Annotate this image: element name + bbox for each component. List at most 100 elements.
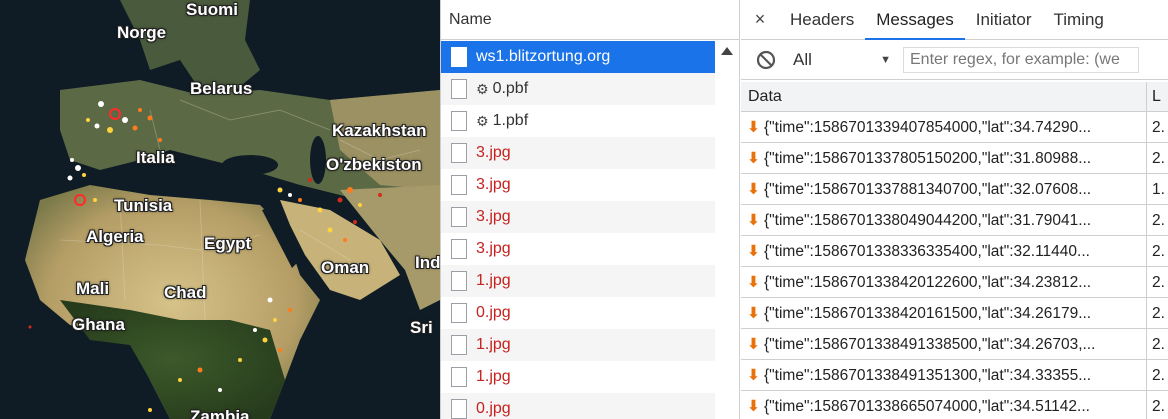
file-icon [451, 367, 467, 387]
message-length-cell: 2. [1152, 367, 1165, 384]
message-type-select[interactable]: All ▼ [793, 50, 903, 70]
request-row[interactable]: 1.jpg [441, 265, 715, 297]
tab-initiator[interactable]: Initiator [965, 0, 1043, 40]
message-length-cell: 2. [1152, 243, 1165, 260]
caspian-sea [310, 136, 326, 184]
message-data-cell: ⬇ {"time":1586701338420122600,"lat":34.23… [741, 267, 1147, 297]
received-arrow-icon: ⬇ [747, 367, 760, 384]
message-row[interactable]: ⬇ {"time":1586701337805150200,"lat":31.80… [741, 143, 1168, 174]
message-row[interactable]: ⬇ {"time":1586701338491351300,"lat":34.33… [741, 360, 1168, 391]
received-arrow-icon: ⬇ [747, 181, 760, 198]
request-row[interactable]: 0.jpg [441, 393, 715, 419]
received-arrow-icon: ⬇ [747, 119, 760, 136]
request-name: 1.pbf [492, 112, 529, 129]
name-column-header[interactable]: Name [441, 0, 739, 40]
message-length-cell: 2. [1152, 398, 1165, 415]
messages-table-header: Data L [741, 82, 1168, 112]
message-row[interactable]: ⬇ {"time":1586701338420122600,"lat":34.23… [741, 267, 1168, 298]
devtools-network-panel: Name ws1.blitzortung.org ⚙ 0.pbf ⚙ 1.pbf 3.jp… [440, 0, 1168, 419]
message-data-cell: ⬇ {"time":1586701338491338500,"lat":34.26… [741, 329, 1147, 359]
request-list: ws1.blitzortung.org ⚙ 0.pbf ⚙ 1.pbf 3.jpg 3.jp… [441, 41, 715, 419]
message-row[interactable]: ⬇ {"time":1586701338420161500,"lat":34.26… [741, 298, 1168, 329]
request-row[interactable]: 1.jpg [441, 329, 715, 361]
file-icon [451, 111, 467, 131]
request-name: 1.jpg [476, 368, 511, 385]
request-row[interactable]: 3.jpg [441, 201, 715, 233]
message-data-cell: ⬇ {"time":1586701338420161500,"lat":34.26… [741, 298, 1147, 328]
request-row[interactable]: ⚙ 0.pbf [441, 73, 715, 105]
map-label-chad: Chad [164, 283, 207, 302]
request-name: ws1.blitzortung.org [476, 48, 611, 65]
tab-messages[interactable]: Messages [865, 0, 965, 40]
map-label-ozbekiston: O'zbekiston [326, 155, 422, 174]
regex-filter-input[interactable] [903, 46, 1139, 73]
message-row[interactable]: ⬇ {"time":1586701339407854000,"lat":34.74… [741, 112, 1168, 143]
file-icon [451, 271, 467, 291]
map-label-norge: Norge [117, 23, 167, 42]
close-icon[interactable]: × [741, 9, 779, 30]
received-arrow-icon: ⬇ [747, 398, 760, 415]
map-label-algeria: Algeria [86, 227, 144, 246]
request-row[interactable]: ⚙ 1.pbf [441, 105, 715, 137]
message-data-text: {"time":1586701338491351300,"lat":34.333… [764, 367, 1092, 384]
request-list-scrollbar[interactable] [715, 41, 739, 419]
clear-messages-icon[interactable] [755, 49, 777, 71]
request-row[interactable]: 0.jpg [441, 297, 715, 329]
length-column-header[interactable]: L [1147, 82, 1168, 111]
message-data-cell: ⬇ {"time":1586701338665074000,"lat":34.51… [741, 391, 1147, 419]
tab-timing[interactable]: Timing [1043, 0, 1115, 40]
request-list-panel: Name ws1.blitzortung.org ⚙ 0.pbf ⚙ 1.pbf 3.jp… [441, 0, 740, 419]
message-data-text: {"time":1586701339407854000,"lat":34.742… [764, 119, 1092, 136]
messages-table-body: ⬇ {"time":1586701339407854000,"lat":34.74… [741, 112, 1168, 419]
message-row[interactable]: ⬇ {"time":1586701337881340700,"lat":32.07… [741, 174, 1168, 205]
request-row[interactable]: 3.jpg [441, 233, 715, 265]
file-icon [451, 399, 467, 419]
message-type-value: All [793, 49, 812, 69]
message-length-cell: 2. [1152, 336, 1165, 353]
map-label-india: Ind [415, 253, 440, 272]
message-data-cell: ⬇ {"time":1586701339407854000,"lat":34.74… [741, 112, 1147, 142]
file-icon [451, 79, 467, 99]
request-name: 3.jpg [476, 240, 511, 257]
message-row[interactable]: ⬇ {"time":1586701338491338500,"lat":34.26… [741, 329, 1168, 360]
tab-headers[interactable]: Headers [779, 0, 865, 40]
messages-table: Data L ⬇ {"time":1586701339407854000,"lat… [741, 82, 1168, 419]
file-icon [451, 303, 467, 323]
request-row[interactable]: 1.jpg [441, 361, 715, 393]
file-icon [451, 335, 467, 355]
message-data-text: {"time":1586701337805150200,"lat":31.809… [764, 150, 1092, 167]
received-arrow-icon: ⬇ [747, 243, 760, 260]
request-row[interactable]: 3.jpg [441, 169, 715, 201]
message-length-cell: 2. [1152, 305, 1165, 322]
request-row[interactable]: ws1.blitzortung.org [441, 41, 715, 73]
message-length-cell: 2. [1152, 150, 1165, 167]
map-label-belarus: Belarus [190, 79, 253, 98]
message-data-text: {"time":1586701338336335400,"lat":32.114… [764, 243, 1090, 260]
message-length-cell: 2. [1152, 119, 1165, 136]
map-label-egypt: Egypt [204, 234, 252, 253]
map-label-srilanka: Sri [410, 318, 433, 337]
map-label-ghana: Ghana [72, 315, 125, 334]
map-label-bottom: Zambia [190, 407, 250, 419]
message-row[interactable]: ⬇ {"time":1586701338336335400,"lat":32.11… [741, 236, 1168, 267]
received-arrow-icon: ⬇ [747, 274, 760, 291]
received-arrow-icon: ⬇ [747, 150, 760, 167]
file-icon [451, 207, 467, 227]
request-name: 0.jpg [476, 304, 511, 321]
message-length-cell: 1. [1152, 181, 1165, 198]
request-name: 3.jpg [476, 176, 511, 193]
received-arrow-icon: ⬇ [747, 336, 760, 353]
request-row[interactable]: 3.jpg [441, 137, 715, 169]
data-column-header[interactable]: Data [741, 82, 1147, 111]
message-data-text: {"time":1586701338491338500,"lat":34.267… [764, 336, 1096, 353]
message-row[interactable]: ⬇ {"time":1586701338665074000,"lat":34.51… [741, 391, 1168, 419]
scroll-up-arrow-icon[interactable] [721, 47, 733, 55]
message-data-cell: ⬇ {"time":1586701337881340700,"lat":32.07… [741, 174, 1147, 204]
lightning-map[interactable]: Suomi Norge Belarus Kazakhstan Italia O'… [0, 0, 440, 419]
message-data-cell: ⬇ {"time":1586701338049044200,"lat":31.79… [741, 205, 1147, 235]
message-row[interactable]: ⬇ {"time":1586701338049044200,"lat":31.79… [741, 205, 1168, 236]
black-sea [222, 155, 278, 175]
map-label-suomi: Suomi [186, 0, 238, 19]
dropdown-arrow-icon: ▼ [880, 53, 891, 66]
file-icon [451, 239, 467, 259]
